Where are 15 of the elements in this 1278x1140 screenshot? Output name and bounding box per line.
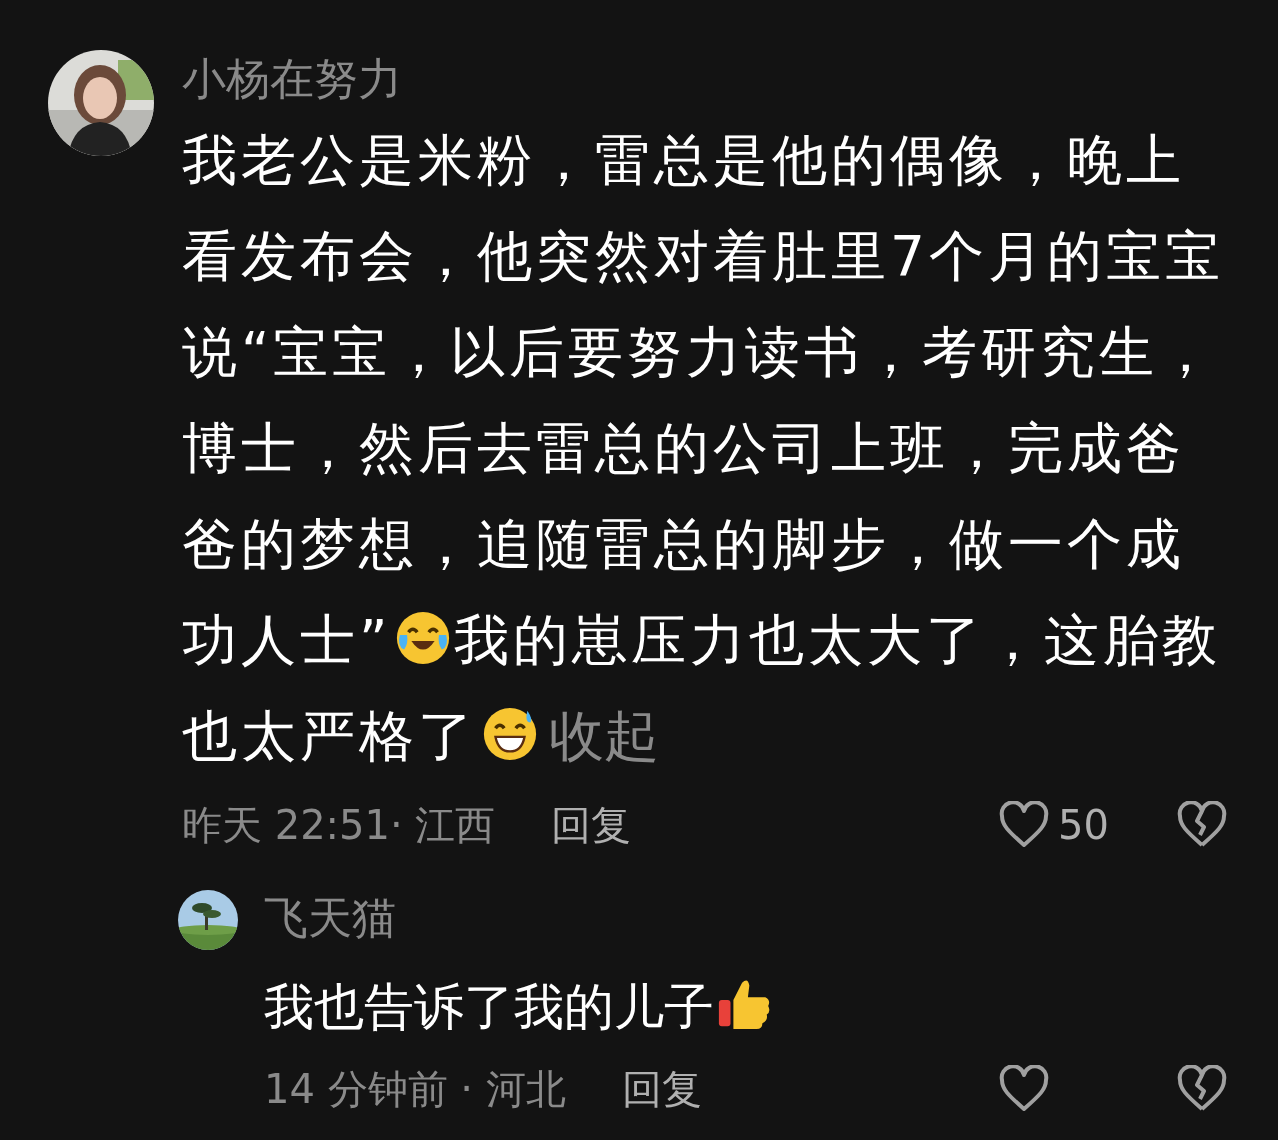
- reply-button[interactable]: 回复: [551, 795, 632, 855]
- timestamp: 14 分钟前 · 河北: [264, 1065, 566, 1114]
- broken-heart-icon[interactable]: [1176, 1065, 1228, 1113]
- heart-icon[interactable]: [998, 801, 1050, 849]
- like-count: 50: [1058, 801, 1110, 850]
- author-name: 飞天猫: [264, 891, 397, 945]
- heart-icon[interactable]: [998, 1065, 1050, 1113]
- timestamp: 昨天 22:51· 江西: [182, 801, 496, 850]
- author-name: 小杨在努力: [182, 52, 403, 106]
- comment-text: 我老公是米粉，雷总是他的偶像，晚上看发布会，他突然对着肚里7个月的宝宝说“宝宝，以后要努力读书，考研究生，博士，然后去雷总的公司上班，完成爸爸的梦想，追随雷总的脚步，做一个成功人士” 我的崽压力也太大了，这胎教也太严格了 收起: [182, 127, 1225, 770]
- comment-text: 我也告诉了我的儿子: [264, 962, 924, 1052]
- collapse-link[interactable]: 收起: [549, 704, 659, 768]
- grinning-sweat-emoji-icon: [481, 705, 539, 763]
- broken-heart-icon[interactable]: [1176, 801, 1228, 849]
- reply-button[interactable]: 回复: [621, 1059, 702, 1119]
